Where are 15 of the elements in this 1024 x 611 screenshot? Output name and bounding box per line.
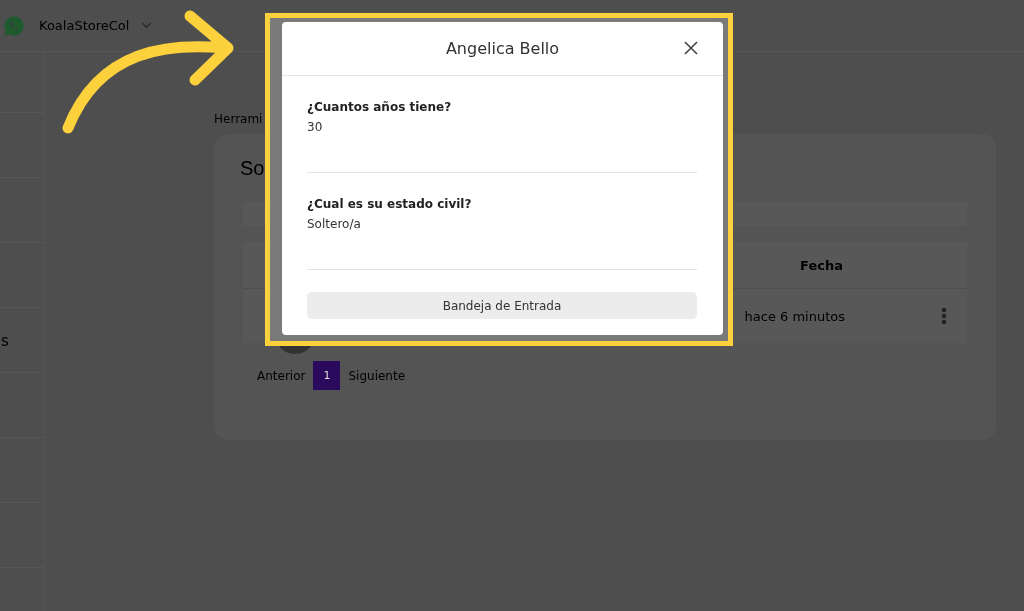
breadcrumb[interactable]: Herrami — [214, 112, 263, 134]
inbox-button[interactable]: Bandeja de Entrada — [307, 292, 697, 319]
question-label: ¿Cual es su estado civil? — [307, 197, 473, 211]
page-title: So — [240, 156, 265, 181]
answer-text: 30 — [307, 120, 324, 134]
question-label: ¿Cuantos años tiene? — [307, 100, 453, 114]
dialog-title: Angelica Bello — [445, 39, 560, 58]
sidebar-item[interactable]: s — [1, 332, 9, 350]
page-button[interactable]: 1 — [313, 361, 341, 390]
table-cell: hace 6 minutos — [744, 308, 845, 324]
previous-link[interactable]: Anterior — [253, 368, 310, 383]
column-header: Fecha — [800, 257, 843, 273]
account-dropdown[interactable]: KoalaStoreCol — [39, 18, 153, 33]
next-link[interactable]: Siguiente — [344, 368, 410, 383]
answer-text: Soltero/a — [307, 217, 362, 231]
